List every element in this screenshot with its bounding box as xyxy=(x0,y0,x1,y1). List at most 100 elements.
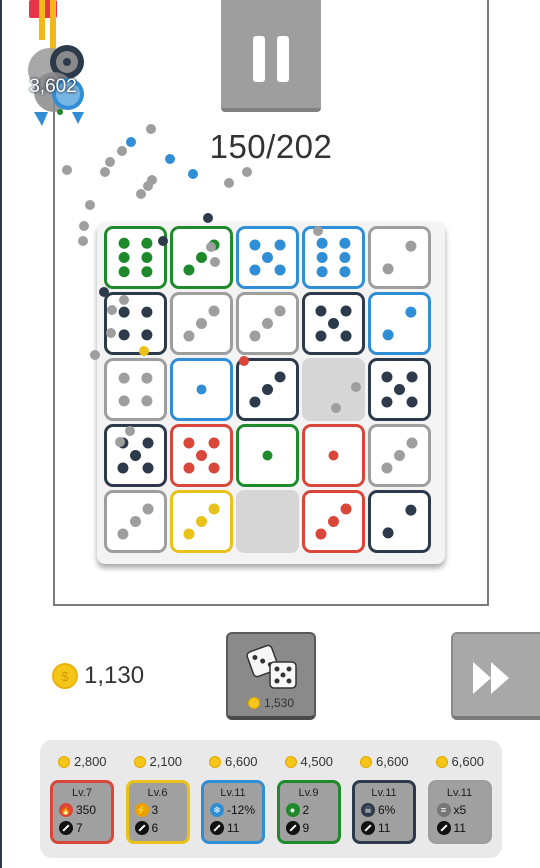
die-navy[interactable] xyxy=(302,292,365,355)
pip xyxy=(142,503,154,515)
pip xyxy=(382,263,394,275)
die-pips xyxy=(118,306,153,341)
empty-cell[interactable] xyxy=(236,490,299,553)
die-red[interactable] xyxy=(170,424,233,487)
wand-icon xyxy=(210,821,224,835)
pip xyxy=(118,237,130,249)
die-green[interactable] xyxy=(236,424,299,487)
upgrade-level: Lv.11 xyxy=(371,787,397,799)
upgrade-price-value: 2,100 xyxy=(149,754,183,769)
pause-button[interactable] xyxy=(221,0,321,112)
die-blue[interactable] xyxy=(170,358,233,421)
die-gray[interactable] xyxy=(104,358,167,421)
pip xyxy=(316,237,328,249)
upgrade-stat-value: -12% xyxy=(227,803,256,817)
die-gray[interactable] xyxy=(104,490,167,553)
upgrade-stat: 🔥 350 xyxy=(59,803,96,817)
die-navy[interactable] xyxy=(368,358,431,421)
pip xyxy=(340,305,352,317)
pip xyxy=(316,266,328,278)
die-pips xyxy=(249,239,286,276)
wand-icon xyxy=(436,821,451,835)
pip xyxy=(208,437,220,449)
fire-icon: 🔥 xyxy=(59,803,73,817)
empty-cell[interactable] xyxy=(302,358,365,421)
die-pips xyxy=(262,450,273,461)
wave-counter: 150/202 xyxy=(209,128,333,165)
pip xyxy=(141,395,153,407)
upgrade-stat-value: 350 xyxy=(76,803,97,817)
pip xyxy=(183,437,195,449)
upgrade-card[interactable]: Lv.11 ☠ 6% 11 xyxy=(352,780,416,844)
pip xyxy=(183,330,195,342)
upgrade-tray: 2,800 Lv.7 🔥 350 7 2,100 Lv.6 ⚡ 3 6 6,600 Lv.11 ❄ -12… xyxy=(40,740,502,858)
skull-icon: ☠ xyxy=(361,803,375,817)
die-blue[interactable] xyxy=(368,292,431,355)
die-navy[interactable] xyxy=(236,358,299,421)
upgrade-price: 6,600 xyxy=(360,754,430,769)
die-gray[interactable] xyxy=(170,292,233,355)
die-navy[interactable] xyxy=(368,490,431,553)
die-green[interactable] xyxy=(170,226,233,289)
upgrade-power: 11 xyxy=(436,821,466,835)
pip xyxy=(394,384,405,395)
coin-icon xyxy=(360,755,372,768)
upgrade-card[interactable]: Lv.11 ≡ x5 11 xyxy=(427,780,492,844)
pip xyxy=(340,503,352,515)
die-pips xyxy=(315,503,352,540)
pip xyxy=(142,462,154,474)
pip xyxy=(262,318,273,329)
die-red[interactable] xyxy=(302,490,365,553)
upgrade-stat-value: x5 xyxy=(453,803,467,817)
wand-icon xyxy=(134,821,149,835)
die-pips xyxy=(183,503,220,540)
upgrade-power-value: 11 xyxy=(227,821,240,835)
pip xyxy=(262,252,273,263)
pip xyxy=(328,450,339,461)
upgrade-power-value: 9 xyxy=(302,821,310,835)
die-pips xyxy=(249,371,286,408)
die-green[interactable] xyxy=(104,226,167,289)
fast-forward-button[interactable] xyxy=(451,632,540,720)
upgrade-price-value: 6,600 xyxy=(376,754,409,769)
pip xyxy=(118,306,130,318)
upgrade-power-value: 11 xyxy=(453,821,466,835)
die-gray[interactable] xyxy=(368,226,431,289)
pip xyxy=(315,330,327,342)
die-gray[interactable] xyxy=(236,292,299,355)
coin-icon xyxy=(247,697,260,709)
upgrade-card[interactable]: Lv.11 ❄ -12% 11 xyxy=(201,780,265,844)
summon-dice-button[interactable]: 1,530 xyxy=(226,632,316,720)
pip xyxy=(141,252,153,263)
die-red[interactable] xyxy=(302,424,365,487)
upgrade-card[interactable]: Lv.6 ⚡ 3 6 xyxy=(125,780,190,844)
multishot-icon: ≡ xyxy=(436,803,451,817)
upgrade-stat: ● 2 xyxy=(285,803,309,817)
pip xyxy=(274,371,286,383)
pip xyxy=(315,305,327,317)
pip xyxy=(405,240,417,252)
pip xyxy=(141,237,153,249)
die-pips xyxy=(117,503,154,540)
upgrade-level: Lv.9 xyxy=(298,787,319,799)
pip xyxy=(316,252,328,263)
coin-icon xyxy=(133,755,146,768)
upgrade-level: Lv.6 xyxy=(147,787,168,799)
die-navy[interactable] xyxy=(104,292,167,355)
die-blue[interactable] xyxy=(236,226,299,289)
wand-icon xyxy=(285,821,300,835)
die-gray[interactable] xyxy=(368,424,431,487)
boss-hp: 3,602 xyxy=(29,76,77,97)
upgrade-card[interactable]: Lv.7 🔥 350 7 xyxy=(50,780,114,844)
upgrade-stat: ☠ 6% xyxy=(361,803,395,817)
die-navy[interactable] xyxy=(104,424,167,487)
pip xyxy=(183,462,195,474)
die-yellow[interactable] xyxy=(170,490,233,553)
pip xyxy=(118,329,130,341)
die-blue[interactable] xyxy=(302,226,365,289)
upgrade-card[interactable]: Lv.9 ● 2 9 xyxy=(276,780,341,844)
pip xyxy=(118,266,130,278)
upgrade-power: 11 xyxy=(361,821,390,835)
left-edge xyxy=(0,0,2,868)
pip xyxy=(339,237,351,249)
